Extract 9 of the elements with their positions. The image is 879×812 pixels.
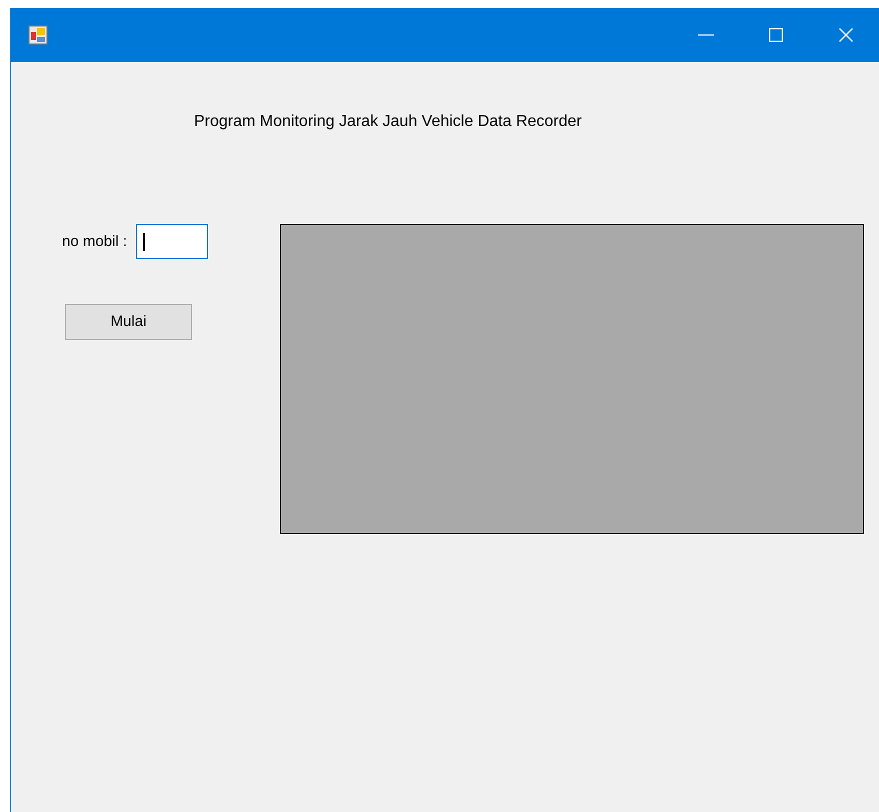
app-icon (28, 25, 48, 45)
minimize-icon (698, 34, 714, 36)
form-heading: Program Monitoring Jarak Jauh Vehicle Data Recorder (194, 112, 583, 132)
close-icon (839, 28, 853, 42)
text-cursor (143, 232, 146, 250)
maximize-icon (769, 28, 783, 42)
field-label: no mobil : (62, 232, 128, 252)
input-field[interactable] (136, 224, 208, 259)
start-button[interactable]: Mulai (65, 304, 192, 340)
